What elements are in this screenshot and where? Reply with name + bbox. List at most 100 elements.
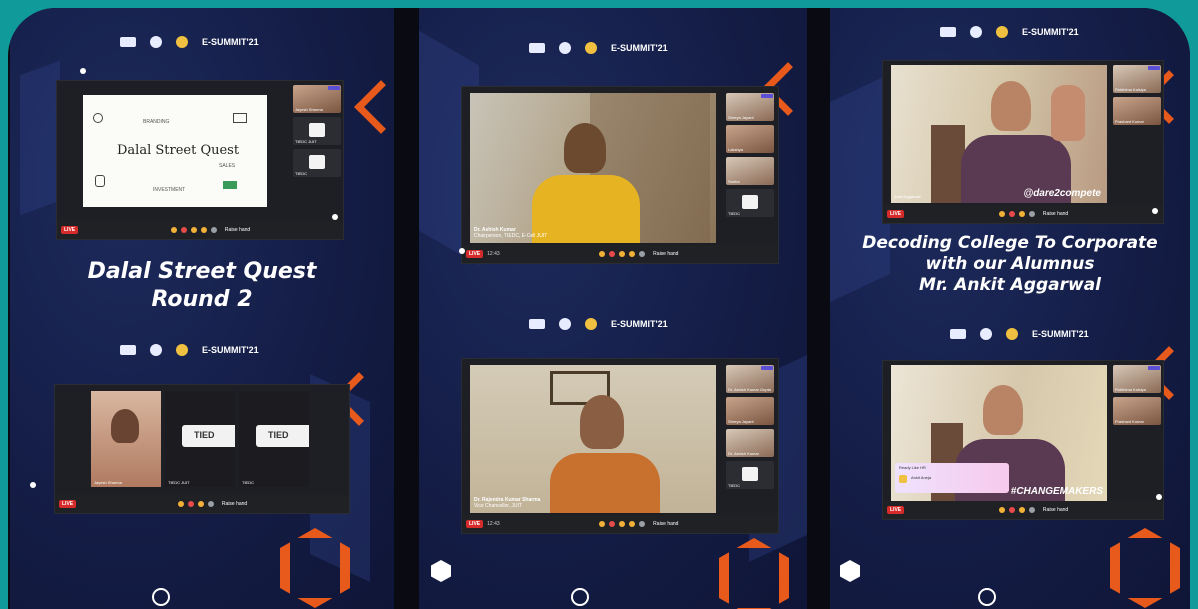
participant-tile[interactable]: Riddhima Kalsiya xyxy=(1113,65,1161,93)
tiedc-logo-icon xyxy=(182,425,235,447)
meet-window-bottom: Ready Like HR Ankit Aneja #CHANGEMAKERS … xyxy=(882,360,1164,520)
dot-decoration xyxy=(80,68,86,74)
heart-reaction-icon[interactable] xyxy=(180,227,187,233)
reaction-icon[interactable] xyxy=(619,521,626,527)
participant-tile[interactable]: Prashant Kumar xyxy=(1113,397,1161,425)
reaction-icon[interactable] xyxy=(1018,507,1025,513)
person-head xyxy=(111,409,139,443)
institute-logo-icon xyxy=(529,319,545,329)
reaction-icon[interactable] xyxy=(619,251,626,257)
tiedc-logo-icon xyxy=(585,42,597,54)
participant-strip: Riddhima Kalsiya Prashant Kumar xyxy=(1113,365,1161,425)
participant-strip: Riddhima Kalsiya Prashant Kumar xyxy=(1113,65,1161,125)
raise-hand-button[interactable]: Raise hand xyxy=(225,227,250,233)
participant-strip: Dr. Ashish Kumar Gupta Shreya Jayant Dr.… xyxy=(726,365,774,489)
middle-panel: E-SUMMIT'21 Dr. Ashish Kumar Chairperson… xyxy=(419,8,807,609)
esummit-logo: E-SUMMIT'21 xyxy=(611,43,668,53)
participant-tile[interactable]: TIEDC xyxy=(726,461,774,489)
participant-tile[interactable]: Shreya Jayant xyxy=(726,397,774,425)
reaction-icon[interactable] xyxy=(639,251,646,257)
participant-video[interactable]: TIEDC JUIT xyxy=(165,391,235,487)
participant-video[interactable]: Jayesh Sharma xyxy=(91,391,161,487)
esummit-logo: E-SUMMIT'21 xyxy=(611,319,668,329)
live-badge: LIVE xyxy=(887,210,905,218)
esummit-logo: E-SUMMIT'21 xyxy=(202,37,259,47)
raise-hand-button[interactable]: Raise hand xyxy=(1043,211,1068,217)
participant-tile[interactable]: Sneha xyxy=(726,157,774,185)
participant-tile[interactable]: Prashant Kumar xyxy=(1113,97,1161,125)
participant-tile[interactable]: TIEDC xyxy=(726,189,774,217)
reaction-icon[interactable] xyxy=(998,507,1005,513)
live-badge: LIVE xyxy=(466,520,484,528)
college-logo-icon xyxy=(559,318,571,330)
reaction-icon[interactable] xyxy=(210,227,217,233)
institute-logo-icon xyxy=(950,329,966,339)
participant-tile[interactable]: Jayesh Sharma xyxy=(293,85,341,113)
elapsed-time: 12:43 xyxy=(487,521,500,527)
event-logos: E-SUMMIT'21 xyxy=(120,344,259,356)
live-badge: LIVE xyxy=(61,226,79,234)
speaker-head xyxy=(580,395,624,449)
reaction-icon[interactable] xyxy=(197,501,204,507)
participant-tile[interactable]: TIEDC JUIT xyxy=(293,117,341,145)
reaction-icon[interactable] xyxy=(629,521,636,527)
participant-video[interactable]: TIEDC xyxy=(239,391,309,487)
changemakers-overlay: #CHANGEMAKERS xyxy=(1010,486,1103,497)
headline-line-2: with our Alumnus xyxy=(925,254,1095,274)
live-badge: LIVE xyxy=(59,500,77,508)
reaction-icon[interactable] xyxy=(1028,211,1035,217)
institute-logo-icon xyxy=(940,27,956,37)
event-logos: E-SUMMIT'21 xyxy=(950,328,1089,340)
raise-hand-button[interactable]: Raise hand xyxy=(222,501,247,507)
raise-hand-button[interactable]: Raise hand xyxy=(653,521,678,527)
reaction-icon[interactable] xyxy=(629,251,636,257)
screenshot-frame: E-SUMMIT'21 Dalal Street Quest BRANDING … xyxy=(8,8,1190,609)
speaker-video[interactable]: @dare2compete Ankit Aggarwal xyxy=(891,65,1107,203)
cash-doodle-icon xyxy=(223,181,237,189)
waving-hand xyxy=(1051,85,1085,141)
participant-tile[interactable]: Shreya Jayant xyxy=(726,93,774,121)
institute-logo-icon xyxy=(529,43,545,53)
ring-decoration xyxy=(571,588,589,606)
meet-window-bottom: Dr. Rajendra Kumar Sharma Vice Chancello… xyxy=(461,358,779,534)
reaction-icon[interactable] xyxy=(998,211,1005,217)
reaction-icon[interactable] xyxy=(639,521,646,527)
speaker-caption: Dr. Ashish Kumar Chairperson, TIEDC, E-C… xyxy=(474,227,548,239)
reaction-icon[interactable] xyxy=(190,227,197,233)
heart-reaction-icon[interactable] xyxy=(609,521,616,527)
reaction-icon[interactable] xyxy=(1028,507,1035,513)
meeting-toolbar: LIVE Raise hand xyxy=(883,205,1163,223)
reaction-icon[interactable] xyxy=(200,227,207,233)
hexagon-decoration xyxy=(719,538,789,609)
raise-hand-button[interactable]: Raise hand xyxy=(653,251,678,257)
dot-decoration xyxy=(459,248,465,254)
heart-reaction-icon[interactable] xyxy=(609,251,616,257)
reaction-icon[interactable] xyxy=(207,501,214,507)
notification-avatar-icon xyxy=(899,475,907,483)
participant-tile[interactable]: Riddhima Kalsiya xyxy=(1113,365,1161,393)
reaction-icon[interactable] xyxy=(170,227,177,233)
participant-tile[interactable]: TIEDC xyxy=(293,149,341,177)
dot-decoration xyxy=(1156,494,1162,500)
participant-tile[interactable]: Dr. Ashish Kumar Gupta xyxy=(726,365,774,393)
hexagon-decoration xyxy=(840,560,860,582)
meeting-toolbar: LIVE Raise hand xyxy=(57,221,343,239)
reaction-icon[interactable] xyxy=(177,501,184,507)
participant-tile[interactable]: Dr. Ashish Kumar xyxy=(726,429,774,457)
heart-reaction-icon[interactable] xyxy=(1008,507,1015,513)
reaction-icon[interactable] xyxy=(599,521,606,527)
reaction-icon[interactable] xyxy=(599,251,606,257)
chevron-decoration xyxy=(354,80,394,134)
reaction-icon[interactable] xyxy=(1018,211,1025,217)
event-logos: E-SUMMIT'21 xyxy=(120,36,259,48)
speaker-video[interactable]: Ready Like HR Ankit Aneja #CHANGEMAKERS xyxy=(891,365,1107,501)
heart-reaction-icon[interactable] xyxy=(187,501,194,507)
speaker-video[interactable]: Dr. Rajendra Kumar Sharma Vice Chancello… xyxy=(470,365,716,513)
speaker-video[interactable]: Dr. Ashish Kumar Chairperson, TIEDC, E-C… xyxy=(470,93,716,243)
speaker-head xyxy=(564,123,606,173)
chat-notification[interactable]: Ready Like HR Ankit Aneja xyxy=(895,463,1009,493)
raise-hand-button[interactable]: Raise hand xyxy=(1043,507,1068,513)
heart-reaction-icon[interactable] xyxy=(1008,211,1015,217)
college-logo-icon xyxy=(150,36,162,48)
participant-tile[interactable]: Lakshya xyxy=(726,125,774,153)
